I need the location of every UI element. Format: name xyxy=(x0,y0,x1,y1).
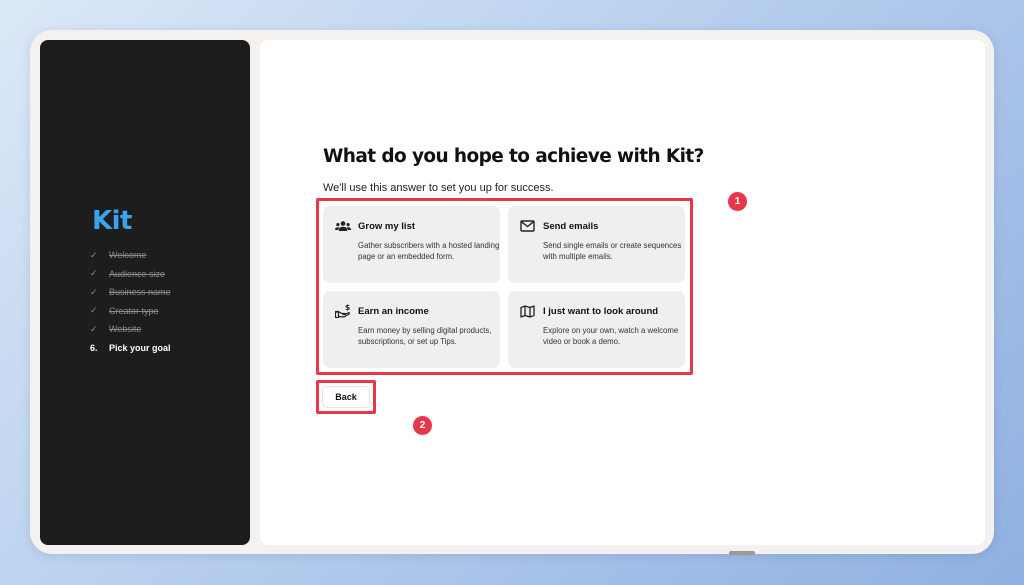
sidebar: Kit ✓ Welcome ✓ Audience size ✓ Business… xyxy=(40,40,250,545)
step-creator-type: ✓ Creator type xyxy=(90,302,171,321)
option-description: Earn money by selling digital products, … xyxy=(358,326,492,346)
home-indicator xyxy=(729,551,755,555)
page-title: What do you hope to achieve with Kit? xyxy=(323,146,704,167)
users-icon xyxy=(335,219,351,233)
back-button[interactable]: Back xyxy=(322,386,370,408)
goal-options: Grow my list Gather subscribers with a h… xyxy=(323,206,686,368)
step-label: Website xyxy=(109,324,142,335)
check-icon: ✓ xyxy=(90,323,98,334)
option-grow-my-list[interactable]: Grow my list Gather subscribers with a h… xyxy=(323,206,500,283)
kit-logo: Kit xyxy=(92,206,133,236)
option-description: Explore on your own, watch a welcome vid… xyxy=(543,326,679,346)
check-icon: ✓ xyxy=(90,268,98,279)
envelope-icon xyxy=(520,219,536,233)
step-welcome: ✓ Welcome xyxy=(90,246,171,265)
step-website: ✓ Website xyxy=(90,320,171,339)
option-earn-an-income[interactable]: $ Earn an income Earn money by selling d… xyxy=(323,291,500,368)
option-description: Gather subscribers with a hosted landing… xyxy=(358,241,500,261)
option-title: Send emails xyxy=(543,220,599,232)
option-look-around[interactable]: I just want to look around Explore on yo… xyxy=(508,291,685,368)
page-subtitle: We'll use this answer to set you up for … xyxy=(323,182,554,194)
step-number: 6. xyxy=(90,342,98,353)
step-business-name: ✓ Business name xyxy=(90,283,171,302)
main-panel: What do you hope to achieve with Kit? We… xyxy=(260,40,985,555)
check-icon: ✓ xyxy=(90,286,98,297)
check-icon: ✓ xyxy=(90,305,98,316)
step-pick-your-goal: 6. Pick your goal xyxy=(90,339,171,358)
option-send-emails[interactable]: Send emails Send single emails or create… xyxy=(508,206,685,283)
step-label: Business name xyxy=(109,287,171,298)
map-icon xyxy=(520,304,536,318)
step-label: Audience size xyxy=(109,268,166,279)
annotation-badge-2: 2 xyxy=(413,416,432,435)
annotation-badge-1: 1 xyxy=(728,192,747,211)
option-title: Earn an income xyxy=(358,305,429,317)
option-title: I just want to look around xyxy=(543,305,659,317)
step-label: Pick your goal xyxy=(109,342,171,353)
svg-text:$: $ xyxy=(345,304,350,312)
step-audience-size: ✓ Audience size xyxy=(90,265,171,284)
option-title: Grow my list xyxy=(358,220,416,232)
tablet-frame: Kit ✓ Welcome ✓ Audience size ✓ Business… xyxy=(30,30,994,555)
step-label: Welcome xyxy=(109,250,147,261)
check-icon: ✓ xyxy=(90,249,98,260)
hand-money-icon: $ xyxy=(335,304,351,318)
option-description: Send single emails or create sequences w… xyxy=(543,241,682,261)
step-label: Creator type xyxy=(109,305,159,316)
onboarding-steps: ✓ Welcome ✓ Audience size ✓ Business nam… xyxy=(90,246,171,357)
